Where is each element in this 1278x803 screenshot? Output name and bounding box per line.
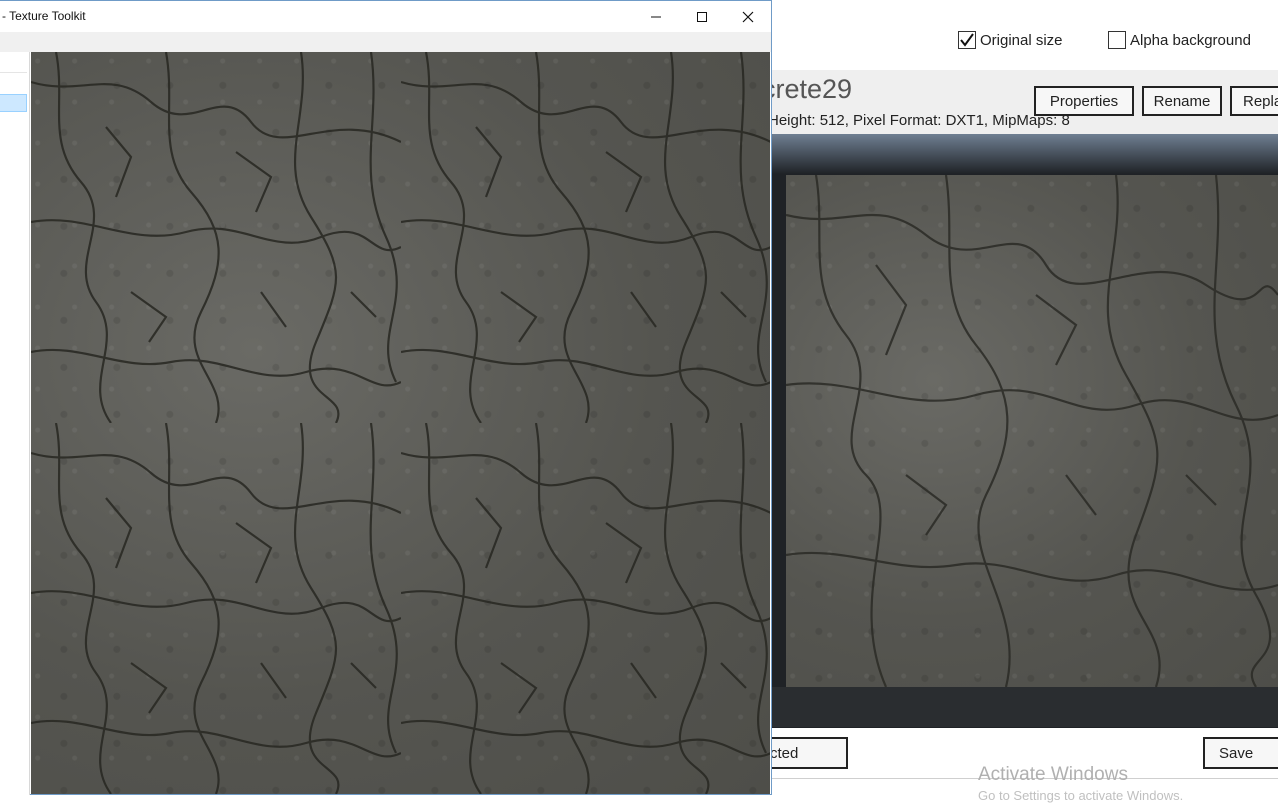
original-size-checkbox[interactable] <box>958 31 976 49</box>
original-size-label: Original size <box>980 31 1063 49</box>
activate-windows-watermark: Activate Windows <box>978 764 1128 785</box>
toolbar-strip <box>0 32 771 52</box>
save-selected-button[interactable]: cted <box>760 737 848 769</box>
original-size-option[interactable]: Original size <box>958 31 1063 49</box>
window-title: - Texture Toolkit <box>2 9 86 23</box>
alpha-background-label: Alpha background <box>1130 31 1251 49</box>
texture-list[interactable] <box>0 52 30 795</box>
texture-name: crete29 <box>762 74 853 104</box>
texture-details: Height: 512, Pixel Format: DXT1, MipMaps… <box>768 112 1070 129</box>
tiled-texture-image <box>31 52 770 794</box>
replace-button[interactable]: Repla <box>1230 86 1278 116</box>
minimize-icon <box>651 16 661 17</box>
maximize-icon <box>697 11 707 22</box>
minimize-button[interactable] <box>633 1 679 32</box>
title-bar[interactable]: - Texture Toolkit <box>0 1 771 32</box>
checkmark-icon <box>960 33 974 47</box>
crack-overlay <box>785 174 1278 688</box>
maximize-button[interactable] <box>679 1 725 32</box>
texture-toolkit-window: - Texture Toolkit <box>0 0 772 795</box>
close-button[interactable] <box>725 1 771 32</box>
alpha-background-checkbox[interactable] <box>1108 31 1126 49</box>
properties-button[interactable]: Properties <box>1034 86 1134 116</box>
list-item[interactable] <box>0 54 27 73</box>
texture-preview-image <box>785 174 1278 688</box>
rename-button[interactable]: Rename <box>1142 86 1222 116</box>
tiled-crack-overlay <box>31 52 770 794</box>
list-item-selected[interactable] <box>0 94 27 112</box>
preview-footer-strip <box>772 687 1278 727</box>
close-icon <box>742 11 754 22</box>
save-button[interactable]: Save <box>1203 737 1278 769</box>
alpha-background-option[interactable]: Alpha background <box>1108 31 1251 49</box>
